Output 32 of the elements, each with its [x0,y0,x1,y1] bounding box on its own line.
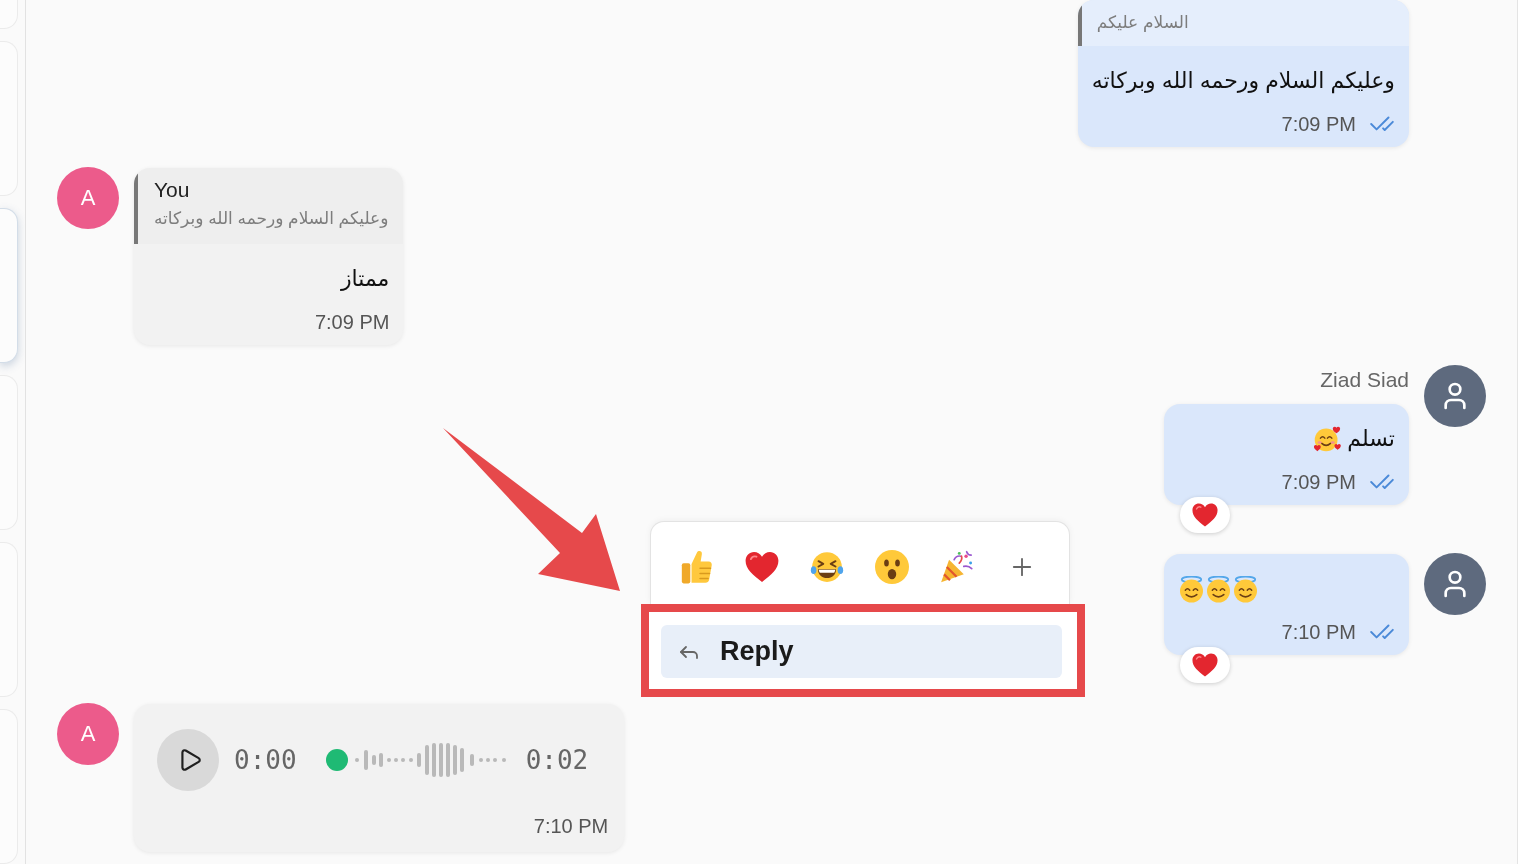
elapsed-time: 0:00 [234,744,297,776]
message-text: ممتاز [340,265,390,293]
halo-face-icon [1232,575,1259,603]
quote-text: السلام عليكم [1096,12,1190,34]
party-popper-icon [940,550,974,584]
sender-name: Ziad Siad [1320,367,1409,393]
message-time: 7:10 PM [533,814,609,838]
quote-text: وعليكم السلام ورحمه الله وبركاته [154,208,389,230]
laughing-face-icon [810,550,844,584]
reaction-badge[interactable] [1180,497,1230,533]
thumbs-up-icon [680,550,714,584]
quote-author: You [154,177,191,203]
message-text: وعليكم السلام ورحمه الله وبركاته [1091,67,1395,96]
duration-time: 0:02 [525,744,589,776]
message-time: 7:09 PM [314,310,390,334]
message-time: 7:09 PM [1281,470,1356,494]
avatar: A [57,167,119,229]
heart-icon [745,550,779,584]
avatar: A [57,703,119,765]
halo-face-icon [1205,575,1232,603]
heart-icon [1192,502,1218,528]
smiling-face-with-hearts-icon [1313,425,1342,453]
message-time: 7:10 PM [1281,620,1356,644]
halo-face-icon [1178,575,1205,603]
conversation-card[interactable] [0,208,18,363]
reaction-badge[interactable] [1180,647,1230,683]
reply-menu-item[interactable]: Reply [661,625,1062,678]
surprised-face-icon [875,550,909,584]
seek-thumb[interactable] [325,749,348,771]
heart-icon [1192,652,1218,678]
message-text: تسلم [1347,425,1395,454]
message-time: 7:09 PM [1281,112,1356,136]
